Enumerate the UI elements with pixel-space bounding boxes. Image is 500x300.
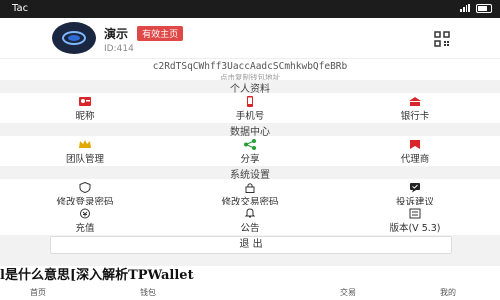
menu-item-nickname[interactable]: 昵称 <box>20 93 150 123</box>
lock-icon <box>245 183 255 193</box>
bottom-nav: 首页 钱包 交易 我的 <box>0 286 500 300</box>
feedback-icon <box>410 183 420 193</box>
section-system-settings: 系统设置 <box>0 166 500 181</box>
menu-label: 代理商 <box>400 154 430 165</box>
nav-mine[interactable]: 我的 <box>440 287 456 298</box>
menu-item-agent[interactable]: 代理商 <box>350 136 480 166</box>
bank-card-icon <box>409 97 421 106</box>
menu-item-phone[interactable]: 手机号 <box>185 93 315 123</box>
phone-icon <box>247 96 253 107</box>
logout-button[interactable]: 退 出 <box>50 236 452 254</box>
menu-item-version[interactable]: 版本(V 5.3) <box>350 205 480 235</box>
menu-label: 手机号 <box>235 111 265 122</box>
user-id: ID:414 <box>104 44 134 54</box>
status-bar: Tac <box>0 0 500 18</box>
menu-label: 银行卡 <box>400 111 430 122</box>
qr-code-icon[interactable] <box>434 31 450 47</box>
menu-item-bank-card[interactable]: 银行卡 <box>350 93 480 123</box>
section-data-center: 数据中心 <box>0 123 500 138</box>
recharge-icon <box>80 208 90 219</box>
menu-label: 团队管理 <box>65 154 104 165</box>
section-personal: 个人资料 <box>0 80 500 95</box>
menu-item-team[interactable]: 团队管理 <box>20 136 150 166</box>
crown-icon <box>79 140 91 148</box>
status-badge: 有效主页 <box>137 26 184 41</box>
menu-label: 分享 <box>240 154 260 165</box>
id-card-icon <box>79 97 91 106</box>
app-name: 演示 <box>104 27 129 41</box>
menu-label: 充值 <box>75 223 95 234</box>
address-value: c2RdTSqCWhff3UaccAadcSCmhkwbQfeBRb <box>152 61 348 72</box>
nav-home[interactable]: 首页 <box>30 287 46 298</box>
avatar[interactable] <box>52 22 96 54</box>
nav-wallet[interactable]: 钱包 <box>140 287 156 298</box>
version-icon <box>409 208 421 219</box>
profile-info: 演示 有效主页 ID:414 <box>104 23 184 54</box>
status-icons <box>460 4 492 13</box>
menu-item-announcement[interactable]: 公告 <box>185 205 315 235</box>
menu-item-share[interactable]: 分享 <box>185 136 315 166</box>
nav-trade[interactable]: 交易 <box>340 287 356 298</box>
shield-icon <box>79 182 91 193</box>
system-grid-row-2: 充值 公告 版本(V 5.3) <box>0 205 500 235</box>
signal-icon <box>460 4 470 12</box>
battery-icon <box>476 4 492 13</box>
data-grid: 团队管理 分享 代理商 <box>0 136 500 166</box>
menu-label: 昵称 <box>75 111 95 122</box>
profile-header: 演示 有效主页 ID:414 <box>0 18 500 58</box>
menu-label: 版本(V 5.3) <box>389 223 441 234</box>
menu-label: 公告 <box>240 223 260 234</box>
menu-item-recharge[interactable]: 充值 <box>20 205 150 235</box>
personal-grid: 昵称 手机号 银行卡 <box>0 93 500 123</box>
bell-icon <box>244 208 256 218</box>
share-icon <box>244 139 256 150</box>
wallet-address[interactable]: c2RdTSqCWhff3UaccAadcSCmhkwbQfeBRb 点击复制钱… <box>0 58 500 82</box>
status-time: Tac <box>12 3 29 14</box>
agent-icon <box>410 140 420 149</box>
article-title-banner: l是什么意思[深入解析TPWallet <box>0 266 500 286</box>
